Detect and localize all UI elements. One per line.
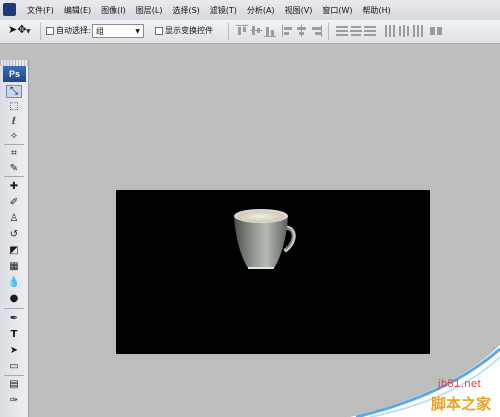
- type-tool-icon[interactable]: T: [6, 328, 22, 341]
- separator: [328, 23, 329, 40]
- show-transform-checkbox[interactable]: [155, 27, 163, 35]
- gradient-tool-icon[interactable]: ▦: [6, 260, 22, 273]
- move-tool-icon[interactable]: ⤡: [6, 85, 22, 98]
- eyedropper-tool-icon[interactable]: ✑: [6, 394, 22, 407]
- pen-tool-icon[interactable]: ✒: [6, 312, 22, 325]
- separator: [4, 176, 24, 177]
- auto-select-value: 组: [96, 27, 104, 36]
- auto-select-checkbox[interactable]: [46, 27, 54, 35]
- clone-stamp-tool-icon[interactable]: ♙: [6, 212, 22, 225]
- crop-tool-icon[interactable]: ⌗: [6, 147, 22, 160]
- menu-select[interactable]: 选择(S): [167, 5, 204, 16]
- magic-wand-tool-icon[interactable]: ✧: [6, 130, 22, 143]
- brush-tool-icon[interactable]: ✐: [6, 196, 22, 209]
- align-left-icon[interactable]: [282, 25, 294, 37]
- distribute-vcenter-icon[interactable]: [350, 25, 362, 37]
- lasso-tool-icon[interactable]: ℓ: [6, 115, 22, 128]
- auto-select-dropdown[interactable]: 组 ▼: [92, 24, 144, 38]
- menu-analysis[interactable]: 分析(A): [242, 5, 280, 16]
- slice-tool-icon[interactable]: ✎: [6, 162, 22, 175]
- app-icon: [3, 3, 16, 16]
- menu-layer[interactable]: 图层(L): [131, 5, 168, 16]
- path-selection-tool-icon[interactable]: ➤: [6, 344, 22, 357]
- cup-image: [234, 209, 296, 269]
- distribute-right-icon[interactable]: [412, 25, 424, 37]
- watermark-text: 脚本之家: [431, 395, 492, 413]
- shape-tool-icon[interactable]: ▭: [6, 360, 22, 373]
- notes-tool-icon[interactable]: ▤: [6, 378, 22, 391]
- move-tool-icon: ➤✥: [8, 23, 27, 36]
- menu-items: 文件(F) 编辑(E) 图像(I) 图层(L) 选择(S) 滤镜(T) 分析(A…: [22, 0, 396, 20]
- menu-window[interactable]: 窗口(W): [317, 5, 357, 16]
- align-vcenter-icon[interactable]: [250, 25, 262, 37]
- eraser-tool-icon[interactable]: ◩: [6, 244, 22, 257]
- distribute-top-icon[interactable]: [336, 25, 348, 37]
- ps-badge[interactable]: Ps: [3, 66, 26, 82]
- separator: [228, 23, 229, 40]
- distribute-bottom-icon[interactable]: [364, 25, 376, 37]
- align-bottom-icon[interactable]: [264, 25, 276, 37]
- auto-select-label: 自动选择:: [56, 26, 91, 35]
- marquee-tool-icon[interactable]: ⬚: [6, 100, 22, 113]
- separator: [4, 308, 24, 309]
- blur-tool-icon[interactable]: 💧: [6, 276, 22, 289]
- separator: [40, 23, 41, 40]
- align-hcenter-icon[interactable]: [296, 25, 308, 37]
- menu-help[interactable]: 帮助(H): [358, 5, 396, 16]
- menu-view[interactable]: 视图(V): [280, 5, 318, 16]
- menu-edit[interactable]: 编辑(E): [59, 5, 96, 16]
- menu-image[interactable]: 图像(I): [96, 5, 131, 16]
- options-bar: ➤✥ ▼ 自动选择: 组 ▼ 显示变换控件: [0, 20, 500, 44]
- menu-filter[interactable]: 滤镜(T): [205, 5, 242, 16]
- history-brush-tool-icon[interactable]: ↺: [6, 228, 22, 241]
- chevron-down-icon: ▼: [26, 28, 31, 35]
- tool-preset-picker[interactable]: ➤✥ ▼: [6, 23, 34, 39]
- watermark-domain: jb51.net: [438, 378, 482, 390]
- align-top-icon[interactable]: [236, 25, 248, 37]
- auto-align-icon[interactable]: [430, 25, 442, 37]
- chevron-down-icon: ▼: [135, 28, 140, 35]
- menu-file[interactable]: 文件(F): [22, 5, 59, 16]
- align-right-icon[interactable]: [310, 25, 322, 37]
- dodge-tool-icon[interactable]: ●: [6, 292, 22, 305]
- show-transform-label: 显示变换控件: [165, 26, 213, 35]
- distribute-hcenter-icon[interactable]: [398, 25, 410, 37]
- toolbox: Ps ⤡ ⬚ ℓ ✧ ⌗ ✎ ✚ ✐ ♙ ↺ ◩ ▦ 💧 ● ✒ T ➤ ▭ ▤…: [0, 60, 29, 417]
- separator: [4, 375, 24, 376]
- separator: [4, 144, 24, 145]
- healing-brush-tool-icon[interactable]: ✚: [6, 180, 22, 193]
- menu-bar: 文件(F) 编辑(E) 图像(I) 图层(L) 选择(S) 滤镜(T) 分析(A…: [0, 0, 500, 21]
- document-canvas[interactable]: [116, 190, 430, 354]
- distribute-left-icon[interactable]: [384, 25, 396, 37]
